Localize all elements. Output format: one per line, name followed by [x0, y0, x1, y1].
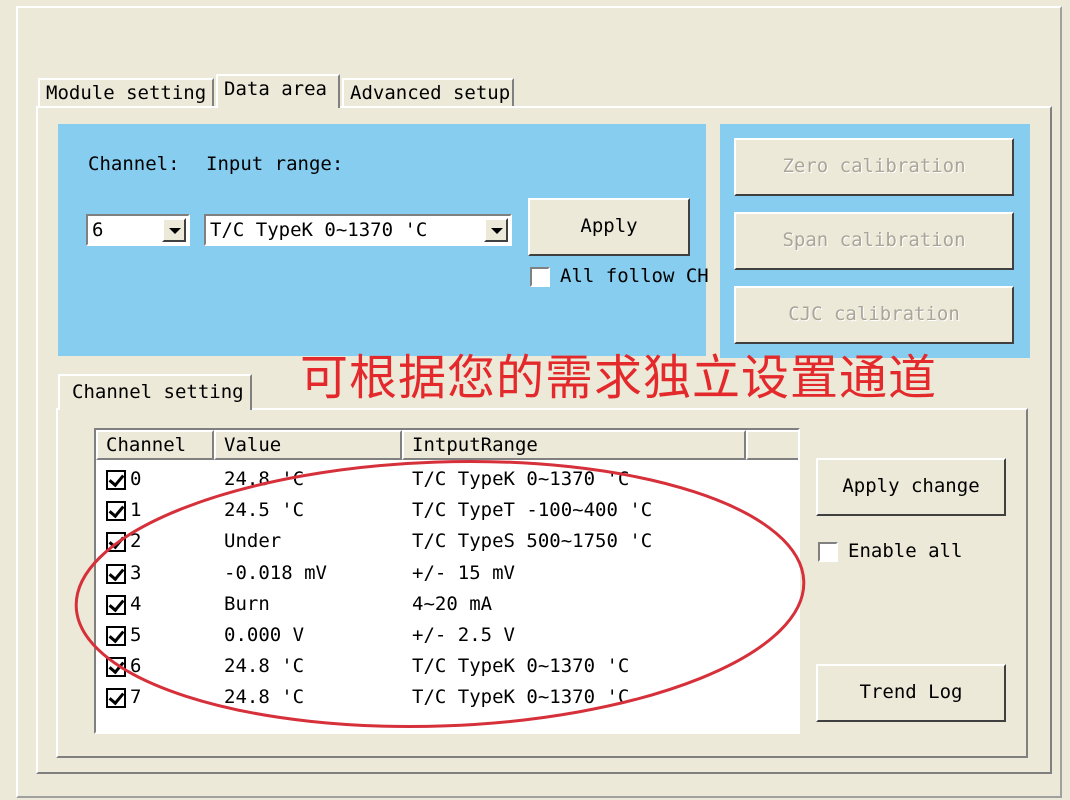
- input-range-select-value: T/C TypeK 0~1370 'C: [210, 219, 428, 241]
- row-input-range: T/C TypeS 500~1750 'C: [412, 530, 653, 553]
- table-row[interactable]: 6 24.8 'C T/C TypeK 0~1370 'C: [96, 651, 798, 682]
- enable-all-checkbox[interactable]: [818, 542, 838, 562]
- all-follow-checkbox[interactable]: [530, 267, 550, 287]
- trend-log-button[interactable]: Trend Log: [816, 664, 1006, 722]
- input-range-select[interactable]: T/C TypeK 0~1370 'C: [204, 214, 512, 246]
- span-calibration-button[interactable]: Span calibration: [734, 212, 1014, 270]
- column-header-empty: [746, 430, 798, 460]
- row-checkbox[interactable]: [106, 626, 126, 646]
- row-value: 24.5 'C: [224, 499, 305, 522]
- enable-all-label: Enable all: [848, 540, 963, 562]
- chevron-down-icon[interactable]: [162, 218, 186, 242]
- cjc-calibration-button[interactable]: CJC calibration: [734, 286, 1014, 344]
- apply-change-button[interactable]: Apply change: [816, 458, 1006, 516]
- row-checkbox[interactable]: [106, 594, 126, 615]
- row-channel: 0: [130, 468, 142, 490]
- tab-advanced-setup[interactable]: Advanced setup: [342, 78, 514, 106]
- column-header-channel[interactable]: Channel: [96, 430, 214, 460]
- table-row[interactable]: 0 24.8 'C T/C TypeK 0~1370 'C: [96, 464, 798, 495]
- all-follow-label: All follow CH: [560, 265, 709, 287]
- column-header-input-range[interactable]: IntputRange: [402, 430, 746, 460]
- table-row[interactable]: 3 -0.018 mV +/- 15 mV: [96, 558, 798, 589]
- row-input-range: +/- 15 mV: [412, 561, 515, 584]
- table-row[interactable]: 4 Burn 4~20 mA: [96, 589, 798, 620]
- row-checkbox[interactable]: [106, 657, 126, 678]
- zero-calibration-button[interactable]: Zero calibration: [734, 138, 1014, 196]
- table-row[interactable]: 7 24.8 'C T/C TypeK 0~1370 'C: [96, 682, 798, 713]
- row-channel: 1: [130, 499, 142, 522]
- tab-module-setting[interactable]: Module setting: [38, 78, 214, 106]
- apply-button[interactable]: Apply: [528, 198, 690, 256]
- row-channel: 4: [130, 592, 142, 615]
- channel-list[interactable]: Channel Value IntputRange 0 24.8 'C T/C Ty…: [94, 428, 800, 734]
- table-row[interactable]: 5 0.000 V +/- 2.5 V: [96, 620, 798, 651]
- row-input-range: T/C TypeK 0~1370 'C: [412, 655, 630, 678]
- annotation-text: 可根据您的需求独立设置通道: [300, 350, 938, 406]
- tab-data-area[interactable]: Data area: [216, 74, 340, 108]
- row-value: Under: [224, 530, 282, 553]
- row-channel: 6: [130, 655, 142, 678]
- row-value: 24.8 'C: [224, 655, 305, 678]
- row-input-range: T/C TypeT -100~400 'C: [412, 499, 653, 522]
- row-input-range: T/C TypeK 0~1370 'C: [412, 686, 630, 709]
- row-checkbox[interactable]: [106, 563, 126, 584]
- row-checkbox[interactable]: [106, 688, 126, 709]
- chevron-down-icon[interactable]: [484, 218, 508, 242]
- row-checkbox[interactable]: [106, 501, 126, 522]
- table-row[interactable]: 2 Under T/C TypeS 500~1750 'C: [96, 526, 798, 557]
- row-input-range: 4~20 mA: [412, 592, 493, 615]
- row-value: 0.000 V: [224, 624, 305, 646]
- row-value: -0.018 mV: [224, 561, 327, 584]
- channel-select-value: 6: [92, 219, 104, 241]
- channel-setting-tab[interactable]: Channel setting: [58, 374, 252, 410]
- row-value: 24.8 'C: [224, 468, 305, 490]
- row-checkbox[interactable]: [106, 532, 126, 553]
- input-range-label: Input range:: [206, 153, 344, 175]
- column-header-value[interactable]: Value: [214, 430, 402, 460]
- row-input-range: T/C TypeK 0~1370 'C: [412, 468, 630, 490]
- table-row[interactable]: 1 24.5 'C T/C TypeT -100~400 'C: [96, 495, 798, 526]
- list-header: Channel Value IntputRange: [96, 430, 798, 460]
- row-channel: 2: [130, 530, 142, 553]
- row-value: Burn: [224, 592, 270, 615]
- channel-label: Channel:: [88, 153, 180, 175]
- row-checkbox[interactable]: [106, 470, 126, 490]
- row-channel: 5: [130, 624, 142, 646]
- row-input-range: +/- 2.5 V: [412, 624, 515, 646]
- row-value: 24.8 'C: [224, 686, 305, 709]
- row-channel: 7: [130, 686, 142, 709]
- row-channel: 3: [130, 561, 142, 584]
- channel-select[interactable]: 6: [86, 214, 190, 246]
